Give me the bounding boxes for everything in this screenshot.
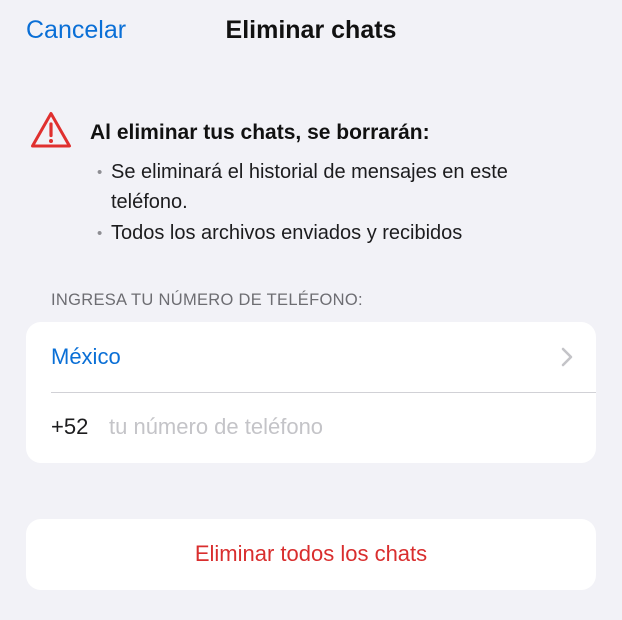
navigation-bar: Cancelar Eliminar chats — [0, 0, 622, 62]
warning-bullet-list: • Se eliminará el historial de mensajes … — [96, 158, 536, 251]
delete-all-chats-label: Eliminar todos los chats — [194, 541, 428, 566]
bullet-dot-icon: • — [97, 225, 103, 242]
phone-number-card: México +52 — [26, 322, 596, 463]
phone-number-input[interactable] — [109, 410, 569, 444]
warning-bullet-item: • Todos los archivos enviados y recibido… — [96, 219, 536, 249]
chevron-right-icon — [561, 347, 573, 367]
delete-all-chats-button[interactable]: Eliminar todos los chats — [26, 519, 596, 590]
warning-bullet-text: Se eliminará el historial de mensajes en… — [111, 161, 508, 213]
country-name: México — [51, 344, 121, 369]
phone-number-row: +52 — [26, 393, 596, 463]
delete-chats-screen: Cancelar Eliminar chats Al eliminar tus … — [0, 0, 622, 620]
warning-heading: Al eliminar tus chats, se borrarán: — [90, 121, 430, 144]
warning-bullet-item: • Se eliminará el historial de mensajes … — [96, 158, 536, 217]
page-title: Eliminar chats — [225, 16, 397, 44]
bullet-dot-icon: • — [97, 164, 103, 181]
country-code: +52 — [51, 414, 89, 439]
warning-triangle-icon — [31, 112, 71, 148]
country-selector[interactable]: México — [26, 322, 596, 392]
warning-bullet-text: Todos los archivos enviados y recibidos — [111, 222, 463, 244]
phone-section-label: INGRESA TU NÚMERO DE TELÉFONO: — [51, 291, 363, 309]
